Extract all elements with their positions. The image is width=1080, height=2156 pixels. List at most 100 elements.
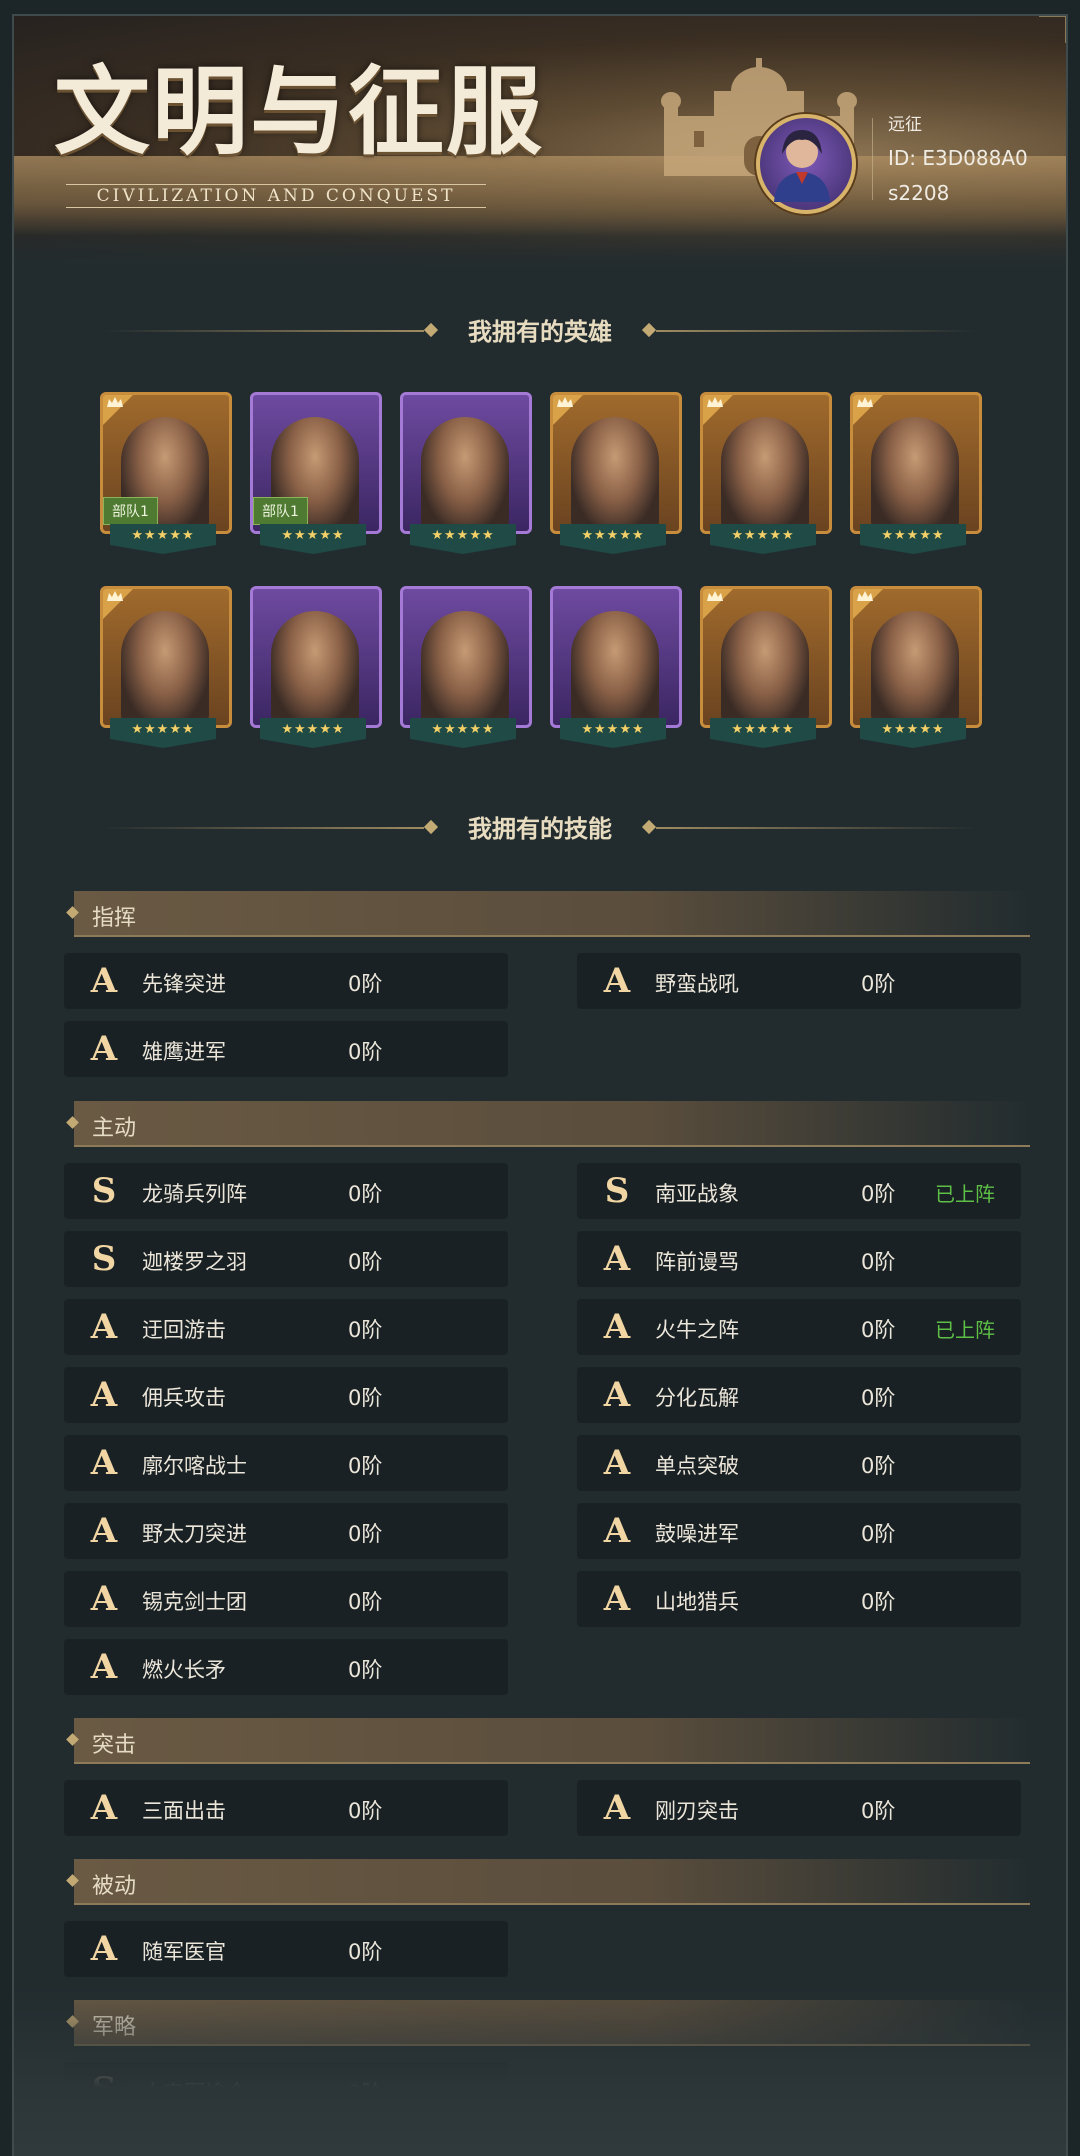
skill-name: 刚刃突击	[655, 1799, 739, 1823]
skill-item[interactable]: S 南亚战象 0阶 已上阵	[577, 1163, 1021, 1219]
skill-name: 山地猎兵	[655, 1590, 739, 1614]
skill-name: 三面出击	[142, 1799, 226, 1823]
skill-item[interactable]: S 龙骑兵列阵 0阶	[64, 1163, 508, 1219]
skill-item[interactable]: A 锡克剑士团 0阶	[64, 1571, 508, 1627]
skill-level: 0阶	[348, 1318, 383, 1342]
skill-item[interactable]: A 随军医官 0阶	[64, 1921, 508, 1977]
skill-name: 野太刀突进	[142, 1522, 247, 1546]
hero-card[interactable]: ★★★★★	[850, 586, 982, 754]
skill-item[interactable]: A 鼓噪进军 0阶	[577, 1503, 1021, 1559]
hero-card[interactable]: ★★★★★	[850, 392, 982, 560]
title-ornament-right	[641, 819, 657, 834]
category-label: 主动	[92, 1116, 137, 1141]
skill-item[interactable]: A 三面出击 0阶	[64, 1780, 508, 1836]
hero-portrait-frame	[400, 392, 532, 534]
hero-card[interactable]: ★★★★★	[100, 586, 232, 754]
category-label: 突击	[92, 1733, 137, 1758]
category-assault: 突击	[66, 1718, 1030, 1764]
skill-item[interactable]: S 迦楼罗之羽 0阶	[64, 1231, 508, 1287]
hero-star-rating: ★★★★★	[710, 718, 816, 748]
hero-portrait	[421, 611, 509, 725]
skill-name: 锡克剑士团	[142, 1590, 247, 1614]
hero-portrait-frame	[250, 586, 382, 728]
hero-card[interactable]: ★★★★★	[400, 586, 532, 754]
crown-badge-icon	[703, 589, 733, 619]
hero-portrait-frame	[550, 392, 682, 534]
hero-star-rating: ★★★★★	[560, 524, 666, 554]
skill-item[interactable]: A 雄鹰进军 0阶	[64, 1021, 508, 1077]
player-avatar[interactable]	[756, 114, 856, 214]
heroes-title-text: 我拥有的英雄	[468, 318, 612, 346]
category-ornament	[66, 1733, 79, 1746]
hero-star-rating: ★★★★★	[410, 718, 516, 748]
hero-portrait-frame	[700, 586, 832, 728]
equipped-status: 已上阵	[935, 1182, 995, 1206]
hero-card[interactable]: ★★★★★	[400, 392, 532, 560]
skill-grade: A	[603, 1579, 631, 1619]
header-banner: 文明与征服 CIVILIZATION AND CONQUEST 远征 ID: E…	[14, 16, 1066, 268]
skill-grade: S	[604, 1171, 630, 1211]
skill-level: 0阶	[348, 1454, 383, 1478]
skill-level: 0阶	[348, 972, 383, 996]
hero-card[interactable]: 部队1 ★★★★★	[250, 392, 382, 560]
hero-portrait	[571, 417, 659, 531]
skill-item[interactable]: A 火牛之阵 0阶 已上阵	[577, 1299, 1021, 1355]
skill-item[interactable]: A 野蛮战吼 0阶	[577, 953, 1021, 1009]
user-name: 远征	[888, 115, 922, 135]
skill-name: 龙骑兵列阵	[142, 1182, 247, 1206]
hero-star-rating: ★★★★★	[260, 524, 366, 554]
skill-grade: A	[90, 1375, 118, 1415]
hero-star-rating: ★★★★★	[110, 524, 216, 554]
hero-card[interactable]: ★★★★★	[550, 586, 682, 754]
skill-level: 0阶	[348, 1250, 383, 1274]
skill-item[interactable]: A 阵前谩骂 0阶	[577, 1231, 1021, 1287]
hero-portrait-frame: 部队1	[100, 392, 232, 534]
skill-name: 佣兵攻击	[142, 1386, 226, 1410]
title-divider-right	[656, 826, 976, 829]
skill-grade: A	[603, 961, 631, 1001]
hero-card[interactable]: ★★★★★	[700, 392, 832, 560]
skill-name: 迂回游击	[142, 1318, 226, 1342]
skill-grade: A	[603, 1307, 631, 1347]
skill-item[interactable]: A 先锋突进 0阶	[64, 953, 508, 1009]
crown-badge-icon	[553, 395, 583, 425]
skill-item[interactable]: A 单点突破 0阶	[577, 1435, 1021, 1491]
skill-item[interactable]: A 燃火长矛 0阶	[64, 1639, 508, 1695]
title-divider-right	[656, 329, 976, 332]
skill-level: 0阶	[861, 1250, 896, 1274]
game-logo: 文明与征服	[54, 55, 544, 168]
page-frame: 文明与征服 CIVILIZATION AND CONQUEST 远征 ID: E…	[12, 14, 1068, 2156]
category-ornament	[66, 906, 79, 919]
skill-item[interactable]: A 迂回游击 0阶	[64, 1299, 508, 1355]
hero-card[interactable]: 部队1 ★★★★★	[100, 392, 232, 560]
title-divider-left	[104, 329, 424, 332]
hero-portrait	[721, 417, 809, 531]
hero-portrait	[871, 611, 959, 725]
skill-level: 0阶	[348, 1522, 383, 1546]
skill-name: 南亚战象	[655, 1182, 739, 1206]
skill-item[interactable]: A 廓尔喀战士 0阶	[64, 1435, 508, 1491]
skill-level: 0阶	[348, 1386, 383, 1410]
skill-grade: A	[90, 1307, 118, 1347]
skill-name: 燃火长矛	[142, 1658, 226, 1682]
skill-level: 0阶	[861, 1318, 896, 1342]
skill-item[interactable]: A 分化瓦解 0阶	[577, 1367, 1021, 1423]
skill-item[interactable]: A 佣兵攻击 0阶	[64, 1367, 508, 1423]
hero-card[interactable]: ★★★★★	[550, 392, 682, 560]
skill-grade: A	[90, 961, 118, 1001]
hero-portrait-frame	[700, 392, 832, 534]
heroes-section-title: 我拥有的英雄	[14, 312, 1066, 347]
server-id: s2208	[888, 180, 950, 205]
skill-level: 0阶	[348, 1799, 383, 1823]
hero-card[interactable]: ★★★★★	[250, 586, 382, 754]
category-label: 指挥	[92, 906, 137, 931]
skill-item[interactable]: A 刚刃突击 0阶	[577, 1780, 1021, 1836]
crown-badge-icon	[853, 395, 883, 425]
skill-item[interactable]: A 山地猎兵 0阶	[577, 1571, 1021, 1627]
skill-grade: A	[603, 1239, 631, 1279]
category-ornament	[66, 1116, 79, 1129]
hero-star-rating: ★★★★★	[410, 524, 516, 554]
hero-card[interactable]: ★★★★★	[700, 586, 832, 754]
skill-item[interactable]: A 野太刀突进 0阶	[64, 1503, 508, 1559]
category-command: 指挥	[66, 891, 1030, 937]
